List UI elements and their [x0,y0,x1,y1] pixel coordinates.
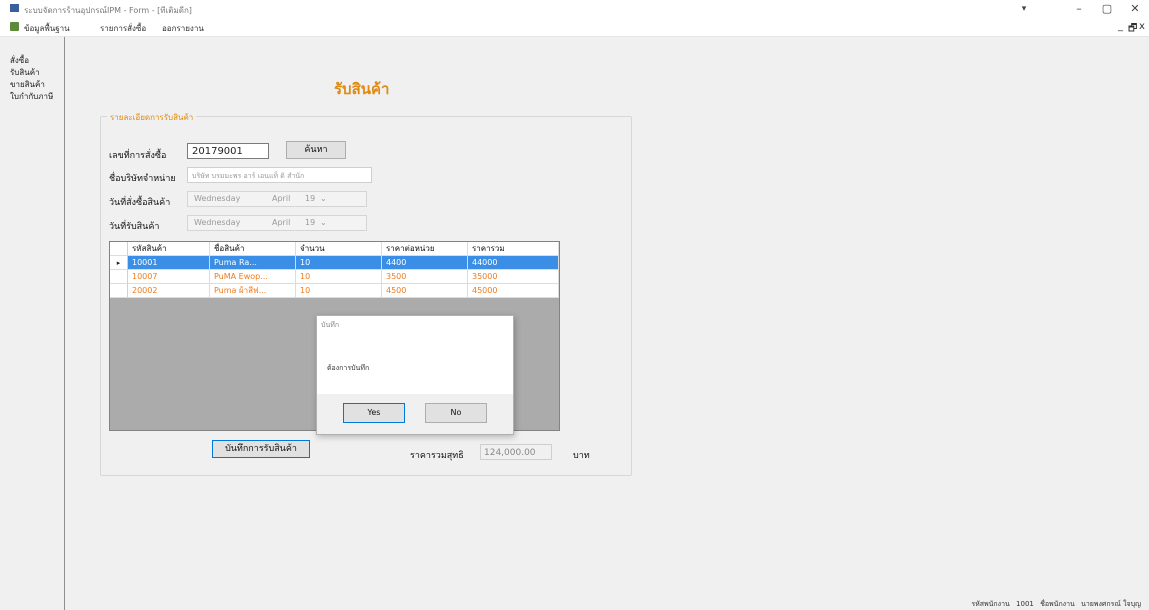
total-label: ราคารวมสุทธิ [410,451,464,461]
table-cell[interactable]: 10001 [128,256,210,270]
minimize-button[interactable]: – [1065,2,1093,16]
employee-name-value: นายพงศกรณ์ ใจบุญ [1081,600,1141,608]
order-no-field[interactable]: 20179001 [187,143,269,159]
mdi-child-icon [10,22,19,31]
table-cell[interactable]: 44000 [468,256,559,270]
save-receive-button[interactable]: บันทึกการรับสินค้า [212,440,310,458]
supplier-field[interactable]: บริษัท บรมมะพร อาร์ เอนแท็ ดิ สำนัก [187,167,372,183]
pin-icon[interactable]: ▾ [1010,2,1038,16]
table-cell[interactable]: 10 [296,270,382,284]
menu-reports[interactable]: ออกรายงาน [162,22,204,35]
no-button[interactable]: No [425,403,487,423]
row-header[interactable] [110,270,128,284]
chevron-down-icon: ⌄ [320,218,327,227]
dialog-message: ต้องการบันทึก [327,364,370,372]
row-header[interactable] [110,284,128,298]
currency-label: บาท [573,451,590,461]
window-title: ระบบจัดการร้านอุปกรณ์IPM - Form - [ทีเติ… [24,6,192,15]
dialog-title: บันทึก [321,321,340,329]
chevron-down-icon: ⌄ [320,194,327,203]
receive-date-month: April [272,218,291,227]
supplier-label: ชื่อบริษัทจำหน่าย [109,174,176,184]
yes-button[interactable]: Yes [343,403,405,423]
column-header-total[interactable]: ราคารวม [468,242,559,256]
table-cell[interactable]: 10 [296,256,382,270]
column-header-quantity[interactable]: จำนวน [296,242,382,256]
table-cell[interactable]: Puma ผ้าสีฟ... [210,284,296,298]
receive-date-label: วันที่รับสินค้า [109,222,160,232]
grid-corner [110,242,128,256]
employee-name-label: ชื่อพนักงาน [1040,600,1075,608]
table-cell[interactable]: 10007 [128,270,210,284]
menu-orders[interactable]: รายการสั่งซื้อ [100,22,146,35]
mdi-close-button[interactable]: x [1139,21,1145,32]
status-bar: รหัสพนักงาน 1001 ชื่อพนักงาน นายพงศกรณ์ … [967,599,1141,610]
table-cell[interactable]: 45000 [468,284,559,298]
column-header-unit-price[interactable]: ราคาต่อหน่วย [382,242,468,256]
order-date-weekday: Wednesday [194,194,241,203]
sidebar-item-invoice[interactable]: ใบกำกับภาษี [10,90,53,103]
maximize-button[interactable]: ▢ [1093,2,1121,16]
dialog-footer: Yes No [317,394,513,434]
group-title: รายละเอียดการรับสินค้า [107,111,197,124]
page-title: รับสินค้า [334,80,390,98]
sidebar: สั่งซื้อ รับสินค้า ขายสินค้า ใบกำกับภาษี [0,37,65,610]
table-cell[interactable]: PuMA Ewop... [210,270,296,284]
table-cell[interactable]: 4500 [382,284,468,298]
close-button[interactable]: ✕ [1121,2,1149,16]
order-date-month: April [272,194,291,203]
confirm-dialog: บันทึก ต้องการบันทึก Yes No [316,315,514,435]
order-date-day: 19 [305,194,316,203]
order-date-label: วันที่สั่งซื้อสินค้า [109,198,171,208]
mdi-restore-button[interactable]: 🗗 [1128,21,1137,38]
table-cell[interactable]: 10 [296,284,382,298]
order-no-label: เลขที่การสั่งซื้อ [109,151,167,161]
employee-id-label: รหัสพนักงาน [971,600,1010,608]
receive-date-weekday: Wednesday [194,218,241,227]
total-value-field: 124,000.00 [480,444,552,460]
menu-basic-data[interactable]: ข้อมูลพื้นฐาน [24,22,70,35]
menu-bar: ข้อมูลพื้นฐาน รายการสั่งซื้อ ออกรายงาน _… [0,18,1149,37]
table-cell[interactable]: 4400 [382,256,468,270]
table-cell[interactable]: 20002 [128,284,210,298]
mdi-minimize-button[interactable]: _ [1118,21,1123,32]
window-titlebar: ระบบจัดการร้านอุปกรณ์IPM - Form - [ทีเติ… [0,0,1149,18]
table-cell[interactable]: Puma Ra... [210,256,296,270]
employee-id-value: 1001 [1016,600,1034,608]
app-icon [10,4,19,12]
order-date-picker[interactable]: Wednesday April 19 ⌄ [187,191,367,207]
column-header-product-code[interactable]: รหัสสินค้า [128,242,210,256]
receive-date-day: 19 [305,218,316,227]
table-cell[interactable]: 35000 [468,270,559,284]
column-header-product-name[interactable]: ชื่อสินค้า [210,242,296,256]
receive-date-picker[interactable]: Wednesday April 19 ⌄ [187,215,367,231]
table-cell[interactable]: 3500 [382,270,468,284]
row-selector-icon[interactable]: ▸ [110,256,128,270]
search-button[interactable]: ค้นหา [286,141,346,159]
